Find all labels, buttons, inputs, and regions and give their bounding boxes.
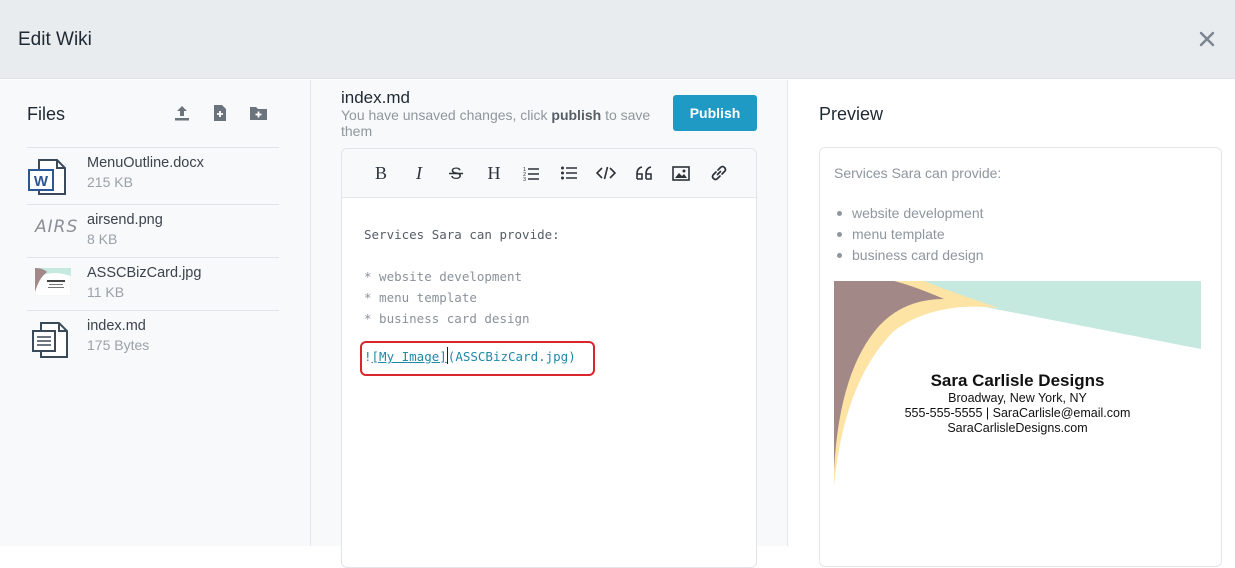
preview-content: Services Sara can provide: website devel… [819, 147, 1222, 567]
markdown-line: Services Sara can provide: [364, 227, 560, 242]
preview-bullet-list: website development menu template busine… [834, 203, 984, 266]
preview-panel: Preview Services Sara can provide: websi… [789, 80, 1235, 567]
image-source: (ASSCBizCard.jpg) [447, 349, 576, 364]
image-thumbnail [27, 265, 75, 302]
card-company-name: Sara Carlisle Designs [930, 371, 1105, 390]
card-website: SaraCarlisleDesigns.com [947, 421, 1088, 435]
svg-text:B: B [375, 164, 387, 182]
heading-icon[interactable]: H [482, 161, 506, 185]
file-name: MenuOutline.docx [87, 155, 204, 171]
dialog-header: Edit Wiki [0, 0, 1235, 79]
business-card-image: Sara Carlisle Designs Broadway, New York… [834, 281, 1201, 486]
file-size: 215 KB [87, 174, 133, 190]
new-folder-icon[interactable] [248, 103, 268, 123]
file-size: 175 Bytes [87, 337, 150, 353]
document-title: index.md [341, 88, 410, 107]
file-name: index.md [87, 318, 146, 334]
file-list: W MenuOutline.docx 215 KB AIRS airsend.p… [27, 147, 279, 367]
preview-intro: Services Sara can provide: [834, 165, 1002, 181]
document-icon [27, 318, 75, 359]
upload-icon[interactable] [172, 103, 192, 123]
airsend-thumb-text: AIRS [35, 217, 79, 237]
file-item-airsend[interactable]: AIRS airsend.png 8 KB [27, 204, 279, 257]
markdown-line: * website development [364, 269, 523, 284]
file-item-asscbizcard[interactable]: ASSCBizCard.jpg 11 KB [27, 257, 279, 310]
list-item: menu template [834, 224, 984, 245]
word-doc-icon: W [27, 155, 75, 196]
image-markdown-line[interactable]: ![My Image](ASSCBizCard.jpg) [364, 346, 576, 367]
file-name: ASSCBizCard.jpg [87, 265, 202, 281]
link-icon[interactable] [707, 161, 731, 185]
card-contact: 555-555-5555 | SaraCarlisle@email.com [904, 406, 1131, 420]
svg-text:3: 3 [523, 177, 526, 181]
markdown-line: * menu template [364, 290, 477, 305]
markdown-content: Services Sara can provide: * website deve… [364, 224, 560, 329]
markdown-toolbar: B I S H 123 [342, 149, 756, 198]
quote-icon[interactable] [632, 161, 656, 185]
svg-text:H: H [487, 164, 500, 182]
code-icon[interactable] [594, 161, 618, 185]
files-heading: Files [27, 104, 66, 124]
list-item: website development [834, 203, 984, 224]
bold-icon[interactable]: B [369, 161, 393, 185]
close-icon[interactable] [1196, 28, 1218, 50]
file-size: 8 KB [87, 231, 118, 247]
markdown-editor[interactable]: B I S H 123 Services Sara can provide: *… [341, 148, 757, 568]
publish-button[interactable]: Publish [673, 95, 757, 131]
unordered-list-icon[interactable] [557, 161, 581, 185]
editor-panel: index.md You have unsaved changes, click… [311, 80, 788, 568]
markdown-line: * business card design [364, 311, 530, 326]
list-item: business card design [834, 245, 984, 266]
file-item-index[interactable]: index.md 175 Bytes [27, 310, 279, 367]
image-alt-text: [My Image] [371, 349, 447, 364]
svg-text:W: W [34, 173, 49, 190]
italic-icon[interactable]: I [407, 161, 431, 185]
dialog-title: Edit Wiki [18, 29, 92, 50]
file-size: 11 KB [87, 284, 125, 300]
new-file-icon[interactable] [210, 103, 230, 123]
files-toolbar [172, 103, 268, 125]
preview-heading: Preview [819, 104, 884, 124]
card-address: Broadway, New York, NY [948, 391, 1087, 405]
ordered-list-icon[interactable]: 123 [519, 161, 543, 185]
file-item-menuoutline[interactable]: W MenuOutline.docx 215 KB [27, 147, 279, 204]
svg-text:I: I [415, 164, 423, 182]
image-thumbnail: AIRS [27, 212, 79, 249]
files-panel: Files W MenuOutline.docx 215 KB AIRS air… [0, 80, 311, 546]
image-icon[interactable] [669, 161, 693, 185]
unsaved-changes-note: You have unsaved changes, click publish … [341, 107, 651, 139]
file-name: airsend.png [87, 212, 163, 228]
strikethrough-icon[interactable]: S [444, 161, 468, 185]
